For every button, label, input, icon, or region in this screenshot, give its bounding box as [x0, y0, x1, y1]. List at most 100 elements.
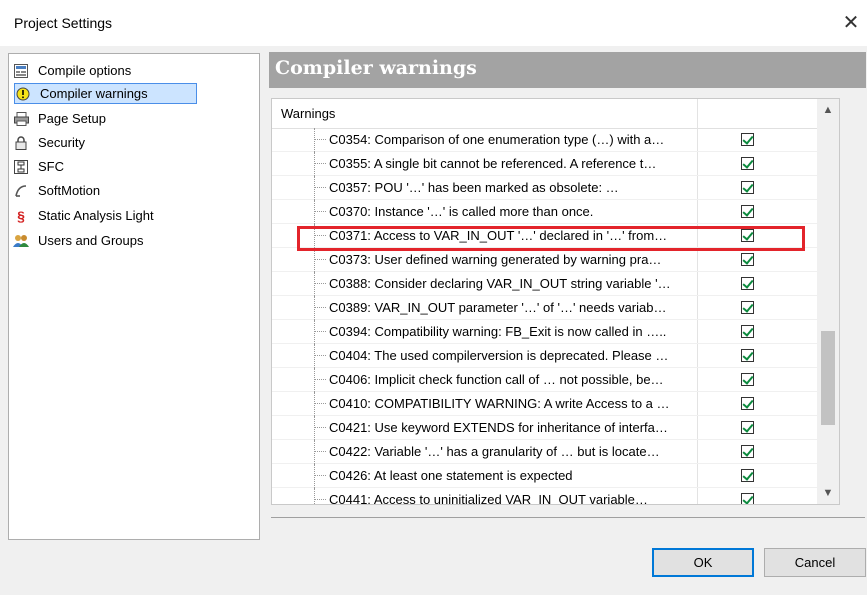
warning-checkbox[interactable] — [741, 205, 754, 218]
tree-line — [314, 368, 315, 392]
ok-button[interactable]: OK — [652, 548, 754, 577]
warning-checkbox[interactable] — [741, 301, 754, 314]
warning-icon — [15, 86, 31, 102]
warning-text: C0373: User defined warning generated by… — [329, 252, 662, 267]
tree-connector — [314, 355, 326, 356]
warning-text: C0354: Comparison of one enumeration typ… — [329, 132, 665, 147]
page-title: Compiler warnings — [275, 57, 477, 79]
warning-text: C0426: At least one statement is expecte… — [329, 468, 573, 483]
tree-line — [314, 488, 315, 504]
close-icon[interactable]: ✕ — [839, 10, 863, 35]
table-row[interactable]: C0355: A single bit cannot be referenced… — [272, 152, 817, 176]
chevron-down-icon[interactable]: ▼ — [817, 482, 839, 504]
sidebar-item-label: Page Setup — [38, 111, 106, 126]
tree-connector — [314, 427, 326, 428]
tree-line — [314, 320, 315, 344]
tree-line — [314, 344, 315, 368]
grid-header: Warnings — [272, 99, 839, 129]
warning-checkbox[interactable] — [741, 349, 754, 362]
tree-line — [314, 464, 315, 488]
warning-text: C0357: POU '…' has been marked as obsole… — [329, 180, 619, 195]
cancel-button[interactable]: Cancel — [764, 548, 866, 577]
softmotion-icon — [13, 183, 29, 199]
tree-line — [314, 152, 315, 176]
warning-checkbox[interactable] — [741, 133, 754, 146]
warning-text: C0404: The used compilerversion is depre… — [329, 348, 669, 363]
warning-checkbox[interactable] — [741, 157, 754, 170]
table-row[interactable]: C0426: At least one statement is expecte… — [272, 464, 817, 488]
tree-connector — [314, 475, 326, 476]
vertical-scrollbar[interactable]: ▲ ▼ — [817, 99, 839, 504]
sidebar-item-sfc[interactable]: SFC — [13, 156, 64, 177]
table-row[interactable]: C0357: POU '…' has been marked as obsole… — [272, 176, 817, 200]
warning-checkbox[interactable] — [741, 277, 754, 290]
tree-line — [314, 272, 315, 296]
warning-checkbox[interactable] — [741, 397, 754, 410]
tree-connector — [314, 451, 326, 452]
sidebar-item-users-and-groups[interactable]: Users and Groups — [13, 230, 144, 251]
warning-checkbox[interactable] — [741, 445, 754, 458]
warning-checkbox[interactable] — [741, 373, 754, 386]
warning-text: C0422: Variable '…' has a granularity of… — [329, 444, 660, 459]
tree-line — [314, 176, 315, 200]
scrollbar-thumb[interactable] — [821, 331, 835, 425]
table-row[interactable]: C0354: Comparison of one enumeration typ… — [272, 128, 817, 152]
warning-checkbox[interactable] — [741, 469, 754, 482]
table-row[interactable]: C0389: VAR_IN_OUT parameter '…' of '…' n… — [272, 296, 817, 320]
warning-text: C0355: A single bit cannot be referenced… — [329, 156, 657, 171]
chevron-up-icon[interactable]: ▲ — [817, 99, 839, 121]
table-row[interactable]: C0370: Instance '…' is called more than … — [272, 200, 817, 224]
warning-checkbox[interactable] — [741, 325, 754, 338]
tree-line — [314, 296, 315, 320]
warning-checkbox[interactable] — [741, 421, 754, 434]
compile-options-icon — [13, 63, 29, 79]
sidebar-item-label: Static Analysis Light — [38, 208, 154, 223]
tree-connector — [314, 331, 326, 332]
divider — [271, 517, 865, 518]
table-row[interactable]: C0404: The used compilerversion is depre… — [272, 344, 817, 368]
warning-checkbox[interactable] — [741, 181, 754, 194]
warning-checkbox[interactable] — [741, 253, 754, 266]
table-row[interactable]: C0422: Variable '…' has a granularity of… — [272, 440, 817, 464]
table-row[interactable]: C0421: Use keyword EXTENDS for inheritan… — [272, 416, 817, 440]
tree-connector — [314, 403, 326, 404]
users-icon — [13, 233, 29, 249]
warning-text: C0421: Use keyword EXTENDS for inheritan… — [329, 420, 668, 435]
warning-checkbox[interactable] — [741, 493, 754, 504]
sidebar-item-compile-options[interactable]: Compile options — [13, 60, 131, 81]
tree-line — [314, 248, 315, 272]
table-row[interactable]: C0406: Implicit check function call of …… — [272, 368, 817, 392]
sidebar-item-security[interactable]: Security — [13, 132, 85, 153]
table-row[interactable]: C0410: COMPATIBILITY WARNING: A write Ac… — [272, 392, 817, 416]
highlight-annotation-box — [297, 226, 805, 251]
table-row[interactable]: C0394: Compatibility warning: FB_Exit is… — [272, 320, 817, 344]
title-bar: Project Settings ✕ — [0, 0, 867, 46]
tree-connector — [314, 259, 326, 260]
settings-category-tree: Compile options Compiler warnings Page S… — [8, 53, 260, 540]
tree-connector — [314, 379, 326, 380]
table-row[interactable]: C0373: User defined warning generated by… — [272, 248, 817, 272]
tree-line — [314, 440, 315, 464]
sfc-icon — [13, 159, 29, 175]
table-row[interactable]: C0388: Consider declaring VAR_IN_OUT str… — [272, 272, 817, 296]
table-row[interactable]: C0441: Access to uninitialized VAR_IN_OU… — [272, 488, 817, 504]
tree-connector — [314, 499, 326, 500]
lock-icon — [13, 135, 29, 151]
sidebar-item-label: SoftMotion — [38, 183, 101, 198]
tree-connector — [314, 163, 326, 164]
sidebar-item-page-setup[interactable]: Page Setup — [13, 108, 106, 129]
warnings-grid: Warnings C0354: Comparison of one enumer… — [271, 98, 840, 505]
warning-text: C0441: Access to uninitialized VAR_IN_OU… — [329, 492, 648, 504]
tree-line — [314, 392, 315, 416]
warning-text: C0388: Consider declaring VAR_IN_OUT str… — [329, 276, 671, 291]
sidebar-item-compiler-warnings[interactable]: Compiler warnings — [14, 83, 197, 104]
warnings-list: C0354: Comparison of one enumeration typ… — [272, 128, 817, 504]
warning-text: C0410: COMPATIBILITY WARNING: A write Ac… — [329, 396, 670, 411]
tree-line — [314, 200, 315, 224]
sidebar-item-softmotion[interactable]: SoftMotion — [13, 180, 100, 201]
sidebar-item-static-analysis-light[interactable]: § Static Analysis Light — [13, 205, 154, 226]
column-header-warnings[interactable]: Warnings — [281, 106, 335, 121]
tree-connector — [314, 307, 326, 308]
tree-connector — [314, 283, 326, 284]
warning-text: C0394: Compatibility warning: FB_Exit is… — [329, 324, 667, 339]
